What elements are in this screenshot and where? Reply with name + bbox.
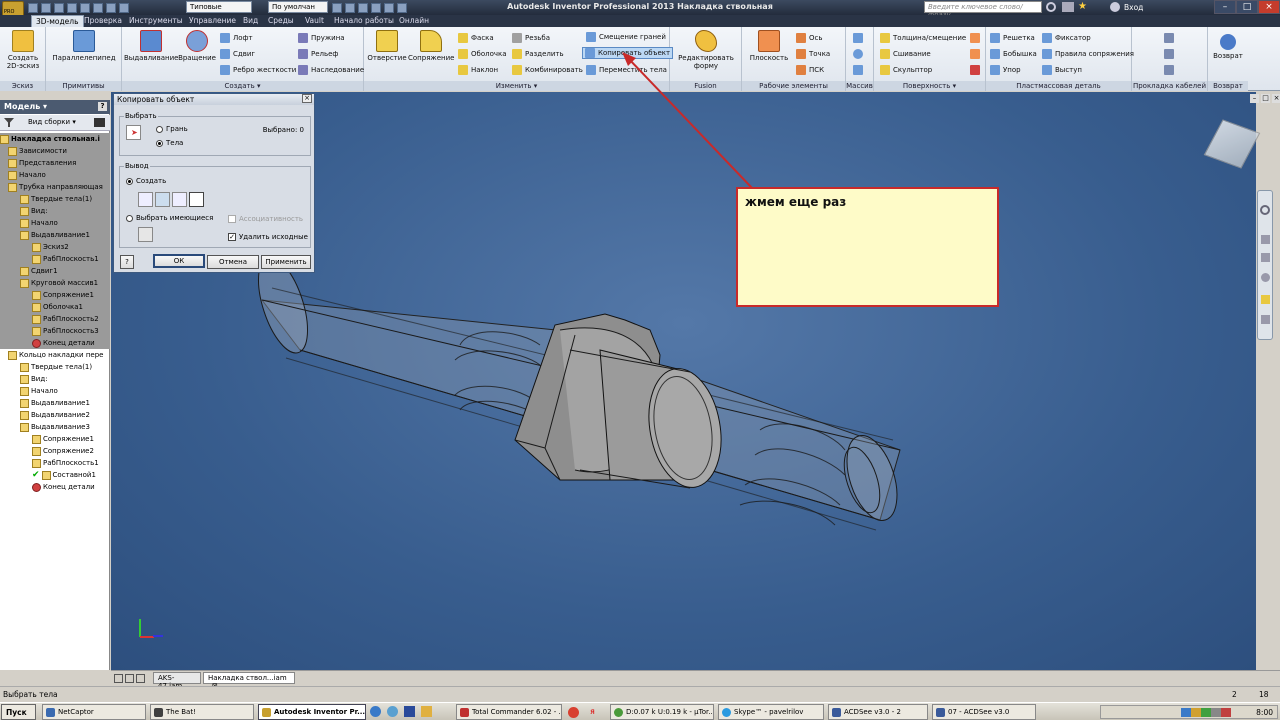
- skype-icon: [722, 707, 731, 717]
- taskbar-label: 07 - ACDSee v3.0: [948, 708, 1010, 716]
- utorrent-icon: [614, 707, 623, 717]
- taskbar-thebat[interactable]: The Bat!: [150, 704, 254, 720]
- yandex-icon[interactable]: я: [590, 707, 601, 718]
- thebat-icon: [154, 707, 163, 717]
- doc-tab-aks[interactable]: AKS-47.iam: [153, 672, 201, 690]
- cascade-icon[interactable]: [125, 674, 134, 683]
- chrome-icon[interactable]: [568, 707, 579, 718]
- annotation-note: жмем еще раз: [736, 187, 999, 307]
- taskbar-netcaptor[interactable]: NetCaptor: [42, 704, 146, 720]
- system-tray: 8:00: [1100, 705, 1278, 719]
- taskbar-label: Total Commander 6.02 - ...: [472, 708, 562, 716]
- tile-icon[interactable]: [114, 674, 123, 683]
- start-button[interactable]: Пуск: [1, 704, 36, 720]
- taskbar-acdsee-1[interactable]: ACDSee v3.0 - 2: [828, 704, 928, 720]
- doc-tab-label: Накладка ствол...iam: [208, 674, 287, 682]
- acdsee-2-icon: [936, 707, 945, 717]
- browser-icon[interactable]: [387, 706, 398, 717]
- taskbar-total-commander[interactable]: Total Commander 6.02 - ...: [456, 704, 562, 720]
- taskbar-label: ACDSee v3.0 - 2: [844, 708, 901, 716]
- document-tabs: AKS-47.iam Накладка ствол...iam ⊠: [111, 670, 1280, 690]
- taskbar-label: Skype™ - pavelrilov: [734, 708, 804, 716]
- taskbar-label: Autodesk Inventor Pr...: [274, 708, 366, 716]
- taskbar-label: NetCaptor: [58, 708, 94, 716]
- taskbar-label: The Bat!: [166, 708, 196, 716]
- taskbar-skype[interactable]: Skype™ - pavelrilov: [718, 704, 824, 720]
- taskbar-inventor[interactable]: Autodesk Inventor Pr...: [258, 704, 366, 720]
- clock: 8:00: [1256, 708, 1273, 717]
- taskbar-label: D:0.07 k U:0.19 k - µTor...: [626, 708, 714, 716]
- word-icon[interactable]: [404, 706, 415, 717]
- doc-tab-active[interactable]: Накладка ствол...iam ⊠: [203, 672, 295, 690]
- netcaptor-icon: [46, 707, 55, 717]
- taskbar-utorrent[interactable]: D:0.07 k U:0.19 k - µTor...: [610, 704, 714, 720]
- status-bar: Выбрать тела 2 18: [0, 686, 1280, 702]
- explorer-icon[interactable]: [421, 706, 432, 717]
- tray-icons[interactable]: [1181, 708, 1231, 717]
- annotation-arrow: [622, 52, 753, 189]
- ie-icon[interactable]: [370, 706, 381, 717]
- status-count-1: 2: [1232, 690, 1237, 699]
- status-message: Выбрать тела: [3, 690, 58, 699]
- arrange-icon[interactable]: [136, 674, 145, 683]
- status-count-2: 18: [1259, 690, 1269, 699]
- acdsee-icon: [832, 707, 841, 717]
- inventor-icon: [262, 707, 271, 717]
- taskbar-acdsee-2[interactable]: 07 - ACDSee v3.0: [932, 704, 1036, 720]
- total-commander-icon: [460, 707, 469, 717]
- quick-launch: [370, 706, 432, 717]
- windows-taskbar: Пуск NetCaptor The Bat! Autodesk Invento…: [0, 702, 1280, 720]
